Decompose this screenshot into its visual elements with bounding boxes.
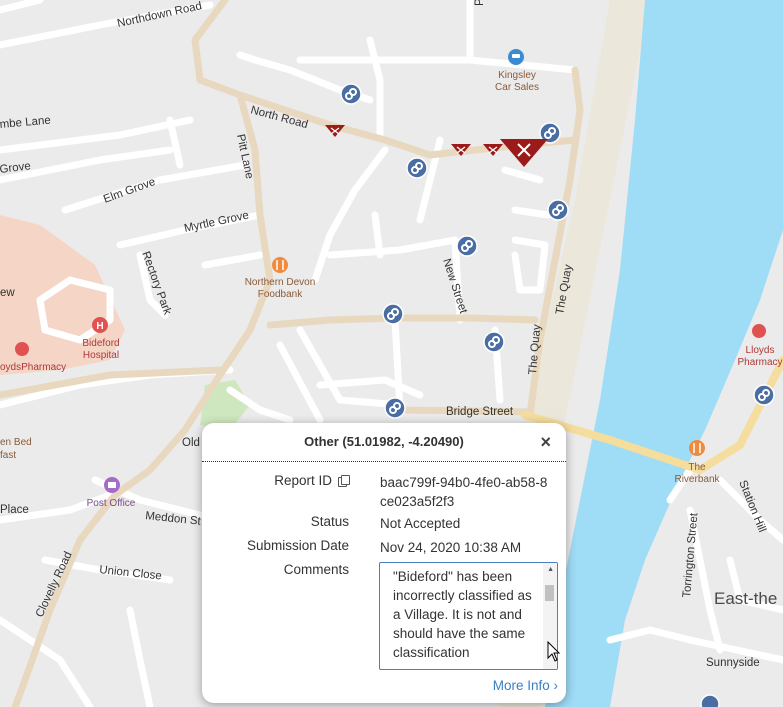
status-label: Status <box>310 514 349 529</box>
fork-knife-icon <box>272 257 288 273</box>
poi-post-office-label: Post Office <box>87 498 136 509</box>
road-label-place: Place <box>0 504 29 516</box>
poi-kingsley-line2: Car Sales <box>495 82 539 93</box>
fork-knife-icon <box>689 440 705 456</box>
poi-pharmacy-east-line1: Lloyds <box>746 345 775 356</box>
poi-bed-line1: en Bed <box>0 437 32 448</box>
blue-wrench-marker-icon[interactable] <box>753 384 775 406</box>
scroll-thumb[interactable] <box>545 585 554 601</box>
comments-label: Comments <box>283 562 349 577</box>
comments-text: "Bideford" has been incorrectly classifi… <box>393 569 532 660</box>
road-label-ew: ew <box>0 287 15 299</box>
poi-hospital-line2: Hospital <box>83 350 119 361</box>
poi-kingsley-line1: Kingsley <box>498 70 536 81</box>
poi-foodbank-line1: Northern Devon <box>245 277 316 288</box>
comments-textarea[interactable]: "Bideford" has been incorrectly classifi… <box>379 562 558 670</box>
blue-wrench-marker-icon[interactable] <box>700 694 720 707</box>
poi-pharmacy-west-label: oydsPharmacy <box>0 362 66 373</box>
close-button[interactable]: × <box>540 433 551 451</box>
poi-riverbank-line2: Riverbank <box>674 474 720 485</box>
pharmacy-icon <box>15 342 29 356</box>
blue-wrench-marker-icon[interactable] <box>406 157 428 179</box>
road-label-p: P <box>474 0 486 6</box>
status-value: Not Accepted <box>380 516 461 531</box>
pharmacy-icon <box>752 324 766 338</box>
report-popup: Other (51.01982, -4.20490) × Report ID b… <box>202 423 566 703</box>
copy-icon[interactable] <box>338 475 350 487</box>
road-label-bridge: Bridge Street <box>446 406 514 418</box>
scroll-up-arrow-icon[interactable]: ▲ <box>547 566 554 573</box>
mouse-cursor-icon <box>547 641 561 662</box>
report-id-value: baac799f-94b0-4fe0-ab58-8ce023a5f2f3 <box>380 475 548 509</box>
road-label-old: Old <box>182 437 200 449</box>
poi-foodbank-line2: Foodbank <box>258 289 303 300</box>
poi-pharmacy-east-line2: Pharmacy <box>737 357 782 368</box>
road-label-sunnyside: Sunnyside <box>706 657 760 669</box>
blue-wrench-marker-icon[interactable] <box>340 83 362 105</box>
blue-wrench-marker-icon[interactable] <box>384 397 406 419</box>
submission-date-label: Submission Date <box>246 538 349 553</box>
blue-wrench-marker-icon[interactable] <box>547 199 569 221</box>
more-info-link[interactable]: More Info › <box>493 678 558 693</box>
blue-wrench-marker-icon[interactable] <box>382 303 404 325</box>
blue-wrench-marker-icon[interactable] <box>456 235 478 257</box>
popup-title: Other (51.01982, -4.20490) <box>202 423 566 462</box>
place-label-east: East-the <box>714 589 777 608</box>
svg-text:H: H <box>96 321 103 332</box>
poi-bed-line2: fast <box>0 450 16 461</box>
poi-hospital-line1: Bideford <box>82 338 119 349</box>
poi-riverbank-line1: The <box>688 462 706 473</box>
blue-wrench-marker-icon[interactable] <box>483 331 505 353</box>
report-id-label: Report ID <box>274 473 350 488</box>
submission-date-value: Nov 24, 2020 10:38 AM <box>380 540 522 555</box>
